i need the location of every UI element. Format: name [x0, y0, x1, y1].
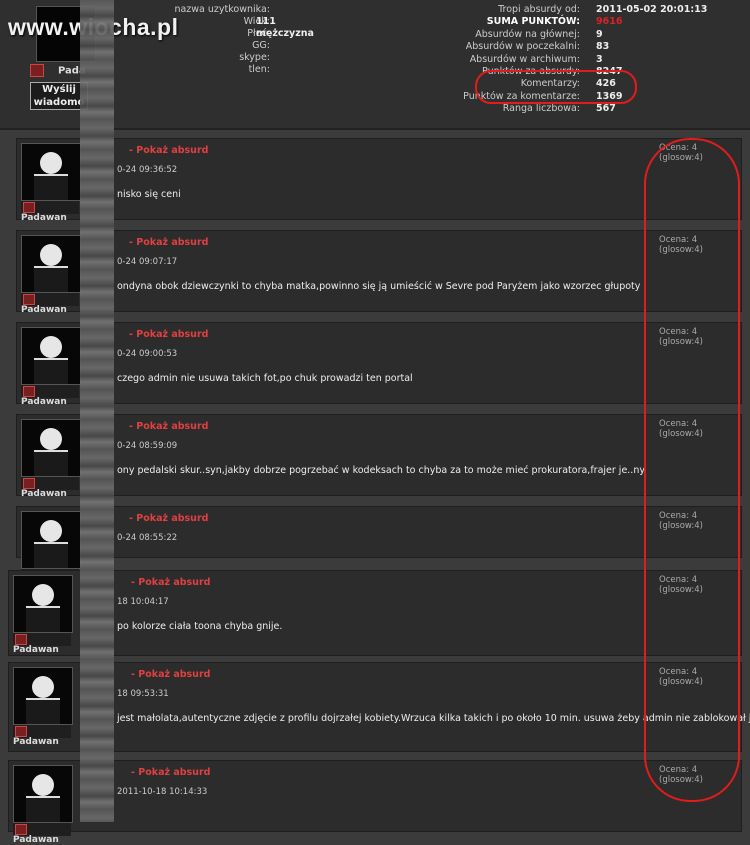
rank-icon	[23, 294, 35, 305]
rank-icon	[15, 726, 27, 737]
show-absurd-link[interactable]: - Pokaż absurd	[129, 513, 208, 524]
comment-item: Padawan - Pokaż absurd 18 09:53:31 jest …	[8, 662, 750, 752]
comment-item: Padawan - Pokaż absurd 0-24 08:55:22 Oce…	[16, 506, 742, 591]
red-highlight-oval-ratings	[644, 138, 740, 802]
joined-date: 2011-05-02 20:01:13	[596, 4, 708, 15]
show-absurd-link[interactable]: - Pokaż absurd	[129, 421, 208, 432]
comment-text: czego admin nie usuwa takich fot,po chuk…	[117, 373, 413, 384]
comment-item: Padawan - Pokaż absurd 2011-10-18 10:14:…	[8, 760, 742, 845]
comment-avatar[interactable]	[13, 667, 73, 725]
comment-item: Padawan - Pokaż absurd 0-24 08:59:09 ony…	[16, 414, 742, 499]
comment-item: Padawan - Pokaż absurd 18 10:04:17 po ko…	[8, 570, 742, 656]
comment-rank: Padawan	[13, 633, 71, 655]
comment-date: 0-24 08:59:09	[117, 441, 178, 451]
comment-item: Padawan - Pokaż absurd 0-24 09:00:53 cze…	[16, 322, 742, 407]
comment-avatar[interactable]	[21, 511, 81, 569]
show-absurd-link[interactable]: - Pokaż absurd	[129, 329, 208, 340]
comment-avatar[interactable]	[13, 765, 73, 823]
comment-text: po kolorze ciała toona chyba gnije.	[117, 621, 283, 632]
comment-rank: Padawan	[21, 477, 79, 499]
comment-text: nisko się ceni	[117, 189, 181, 200]
pixelated-censor-strip	[80, 0, 114, 822]
comment-text: ony pedalski skur..syn,jakby dobrze pogr…	[117, 465, 645, 476]
comment-rank: Padawan	[13, 823, 71, 845]
rank-icon	[15, 634, 27, 645]
rank-icon	[23, 386, 35, 397]
comment-avatar[interactable]	[21, 235, 81, 293]
comment-date: 18 10:04:17	[117, 597, 169, 607]
rank-icon	[23, 202, 35, 213]
comment-date: 2011-10-18 10:14:33	[117, 787, 208, 797]
gender-value: mężczyzna	[256, 28, 314, 39]
age-value: 111	[256, 16, 276, 27]
comment-avatar[interactable]	[13, 575, 73, 633]
comment-rank: Padawan	[21, 201, 79, 223]
show-absurd-link[interactable]: - Pokaż absurd	[129, 145, 208, 156]
comment-avatar[interactable]	[21, 327, 81, 385]
comment-date: 0-24 08:55:22	[117, 533, 178, 543]
comment-rank: Padawan	[21, 385, 79, 407]
profile-values: 111 mężczyzna	[256, 16, 366, 40]
comment-item: Padawan - Pokaż absurd 0-24 09:36:52 nis…	[16, 138, 742, 223]
comment-date: 0-24 09:36:52	[117, 165, 178, 175]
comment-rank: Padawan	[13, 725, 71, 747]
comment-date: 0-24 09:00:53	[117, 349, 178, 359]
show-absurd-link[interactable]: - Pokaż absurd	[129, 237, 208, 248]
total-points: 9616	[596, 16, 623, 28]
show-absurd-link[interactable]: - Pokaż absurd	[131, 767, 210, 778]
rank-icon	[15, 824, 27, 835]
comment-avatar[interactable]	[21, 419, 81, 477]
comment-text: ondyna obok dziewczynki to chyba matka,p…	[117, 281, 641, 292]
show-absurd-link[interactable]: - Pokaż absurd	[131, 577, 210, 588]
profile-labels: nazwa uzytkownika: Wiek: Płeć: GG: skype…	[174, 4, 270, 75]
show-absurd-link[interactable]: - Pokaż absurd	[131, 669, 210, 680]
comment-item: Padawan - Pokaż absurd 0-24 09:07:17 ond…	[16, 230, 742, 315]
comment-avatar[interactable]	[21, 143, 81, 201]
rank-icon	[23, 478, 35, 489]
comment-rank: Padawan	[21, 293, 79, 315]
rank-icon	[30, 64, 44, 77]
comment-date: 0-24 09:07:17	[117, 257, 178, 267]
comment-date: 18 09:53:31	[117, 689, 169, 699]
red-highlight-oval	[475, 70, 637, 104]
